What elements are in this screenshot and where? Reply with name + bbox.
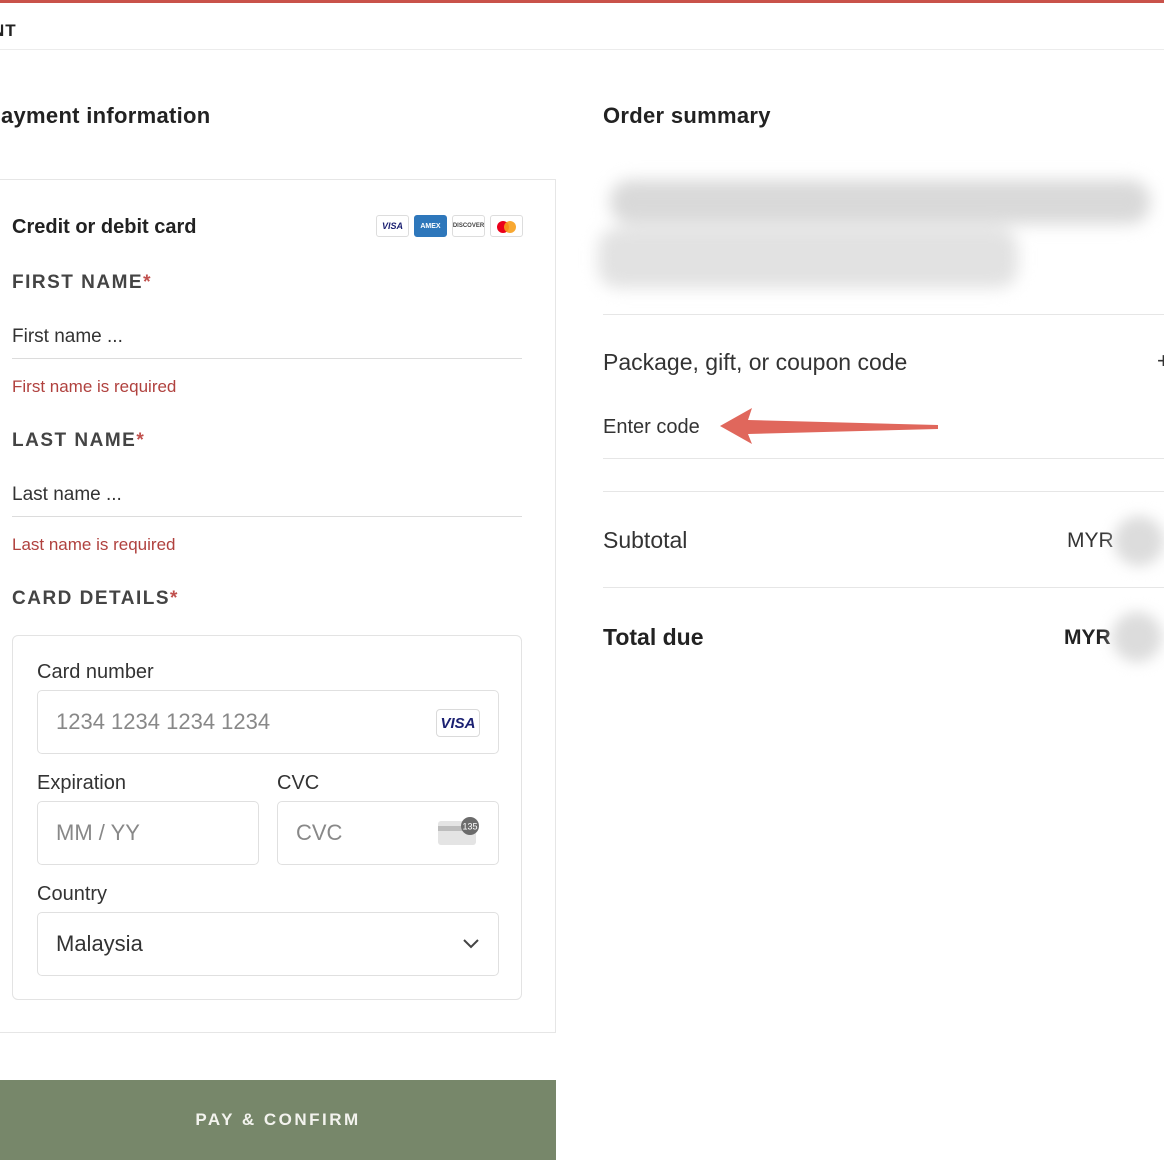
discover-icon: DISCOVER — [452, 215, 485, 237]
country-select[interactable]: Malaysia — [37, 912, 499, 976]
expiration-input[interactable] — [56, 820, 210, 846]
divider — [603, 491, 1164, 492]
first-name-error: First name is required — [12, 377, 177, 396]
blurred-order-items — [590, 168, 1164, 303]
card-number-field[interactable]: VISA — [37, 690, 499, 754]
cvc-field[interactable]: 135 — [277, 801, 499, 865]
visa-icon: VISA — [376, 215, 409, 237]
card-number-label: Card number — [37, 661, 154, 683]
coupon-code-label[interactable]: Package, gift, or coupon code — [603, 349, 907, 376]
card-details-label: CARD DETAILS* — [12, 588, 179, 609]
cvc-input[interactable] — [296, 820, 417, 846]
amex-icon: AMEX — [414, 215, 447, 237]
subtotal-currency: MYR — [1067, 529, 1114, 552]
total-due-label: Total due — [603, 624, 704, 650]
payment-information-title: Payment information — [0, 103, 211, 128]
card-brand-visa-icon: VISA — [436, 709, 480, 737]
top-bar-label: NT — [0, 21, 17, 40]
expiration-label: Expiration — [37, 772, 126, 794]
total-due-currency: MYR — [1064, 626, 1111, 649]
pay-confirm-button[interactable]: PAY & CONFIRM — [0, 1080, 556, 1160]
credit-card-heading: Credit or debit card — [12, 216, 197, 238]
cvc-label: CVC — [277, 772, 320, 794]
divider — [603, 458, 1164, 459]
blurred-subtotal-amount — [1114, 516, 1164, 566]
expiration-field[interactable] — [37, 801, 259, 865]
country-select-value: Malaysia — [56, 931, 143, 956]
order-summary-title: Order summary — [603, 103, 771, 128]
cvc-icon-digits: 135 — [462, 822, 477, 832]
first-name-input[interactable] — [12, 315, 522, 359]
last-name-error: Last name is required — [12, 535, 176, 554]
first-name-label: FIRST NAME* — [12, 272, 153, 293]
divider — [603, 587, 1164, 588]
annotation-arrow-icon — [720, 408, 938, 444]
blurred-total-amount — [1112, 612, 1162, 662]
mastercard-icon — [490, 215, 523, 237]
card-number-input[interactable] — [56, 709, 378, 735]
coupon-toggle-icon[interactable]: + — [1157, 348, 1164, 374]
last-name-label: LAST NAME* — [12, 430, 146, 451]
last-name-input[interactable] — [12, 473, 522, 517]
divider — [603, 314, 1164, 315]
subtotal-label: Subtotal — [603, 527, 688, 553]
cvc-card-icon: 135 — [438, 817, 479, 845]
top-bar: NT — [0, 3, 1164, 50]
chevron-down-icon — [463, 939, 479, 949]
card-brand-icons: VISA AMEX DISCOVER — [376, 215, 523, 237]
card-details-box: Card number VISA Expiration CVC 135 Coun… — [12, 635, 522, 1000]
country-label: Country — [37, 883, 108, 905]
